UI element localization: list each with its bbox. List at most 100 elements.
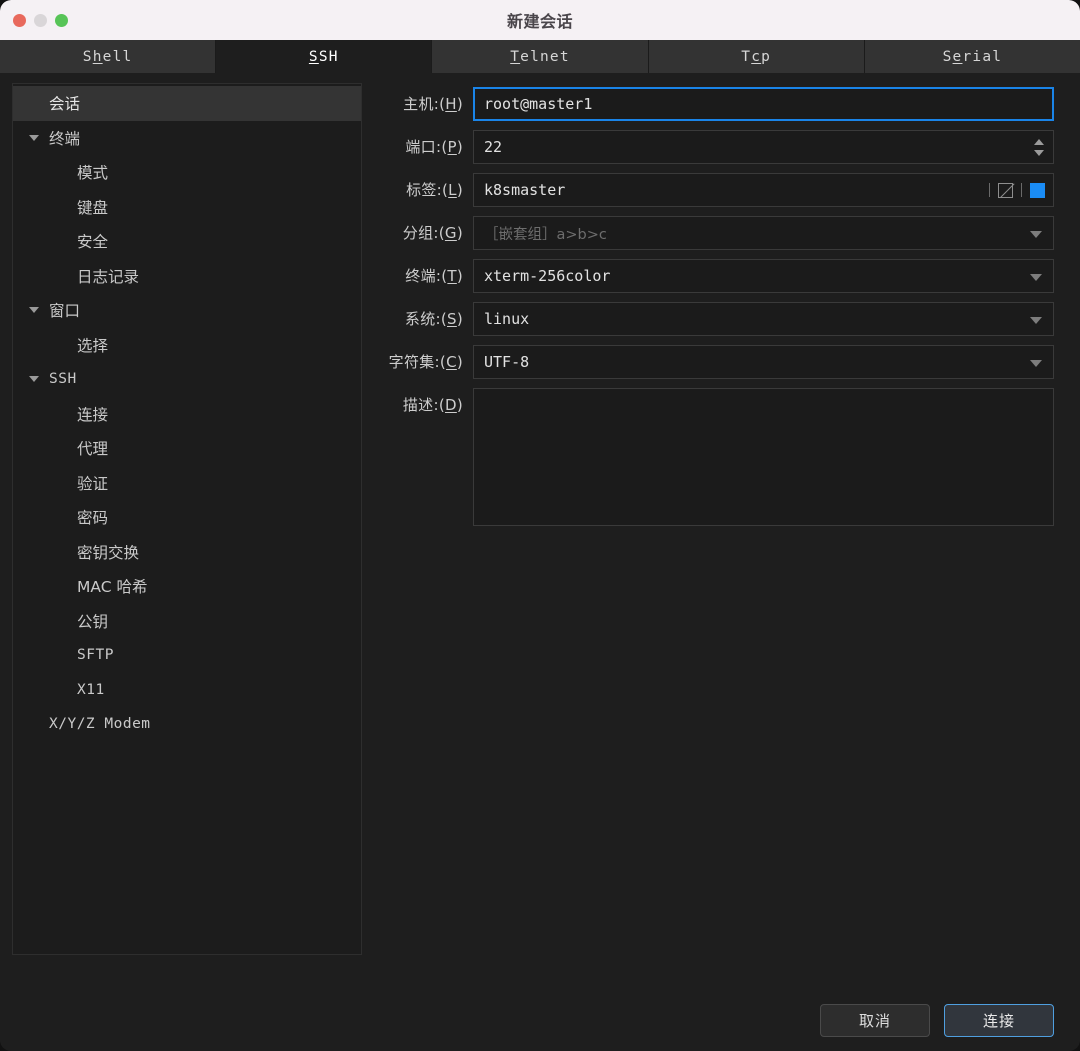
sidebar-item-label: 密码 [77, 509, 109, 528]
tab-ssh[interactable]: SSH [216, 40, 433, 73]
sidebar-item-label: X11 [77, 681, 105, 698]
sidebar-item-14[interactable]: MAC 哈希 [13, 569, 361, 604]
description-textarea[interactable] [473, 388, 1054, 526]
stepper-up-icon[interactable] [1034, 138, 1044, 145]
minimize-button[interactable] [34, 13, 47, 27]
sidebar-item-13[interactable]: 密钥交换 [13, 535, 361, 570]
sidebar-item-label: 键盘 [77, 198, 109, 217]
connect-button[interactable]: 连接 [944, 1003, 1054, 1037]
sidebar-item-5[interactable]: 日志记录 [13, 259, 361, 294]
sidebar-item-label: MAC 哈希 [77, 578, 148, 597]
charset-row: 字符集:(C) UTF-8 [372, 345, 1054, 379]
chevron-down-icon[interactable] [1030, 231, 1042, 238]
sidebar-item-label: 连接 [77, 405, 109, 424]
sidebar-item-15[interactable]: 公钥 [13, 604, 361, 639]
new-session-dialog: 新建会话 Shell SSH Telnet Tcp Serial 会话终端模式键盘安全日… [0, 0, 1080, 1051]
sidebar-item-label: SSH [49, 371, 77, 388]
sidebar-item-0[interactable]: 会话 [13, 86, 361, 121]
tab-serial[interactable]: Serial [864, 40, 1080, 73]
system-value: linux [484, 310, 530, 328]
chevron-down-icon[interactable] [29, 134, 39, 141]
terminal-label: 终端:(T) [405, 267, 463, 285]
no-color-swatch-icon[interactable] [998, 182, 1013, 198]
charset-select[interactable]: UTF-8 [473, 345, 1054, 379]
sidebar-item-18[interactable]: X/Y/Z Modem [13, 707, 361, 742]
tab-shell[interactable]: Shell [0, 40, 217, 73]
sidebar-item-label: SFTP [77, 647, 114, 664]
cancel-button[interactable]: 取消 [820, 1003, 930, 1037]
sidebar-item-4[interactable]: 安全 [13, 224, 361, 259]
tag-value: k8smaster [484, 181, 566, 199]
charset-label: 字符集:(C) [388, 353, 463, 371]
sidebar-item-8[interactable]: SSH [13, 362, 361, 397]
sidebar-item-label: 会话 [49, 95, 81, 114]
tab-label: Shell [82, 48, 133, 65]
host-row: 主机:(H) root@master1 [372, 87, 1054, 121]
description-label: 描述:(D) [402, 396, 463, 414]
terminal-value: xterm-256color [484, 267, 611, 285]
description-row: 描述:(D) [372, 388, 1054, 526]
close-button[interactable] [13, 13, 26, 27]
group-row: 分组:(G) ［嵌套组］a>b>c [372, 216, 1054, 250]
tag-input[interactable]: k8smaster [473, 173, 1054, 207]
sidebar-item-label: 安全 [77, 233, 109, 252]
stepper-down-icon[interactable] [1034, 149, 1044, 156]
chevron-down-icon[interactable] [1030, 360, 1042, 367]
session-form: 主机:(H) root@master1 端口:(P) 22 标签:(L) k8s… [362, 73, 1080, 995]
group-select[interactable]: ［嵌套组］a>b>c [473, 216, 1054, 250]
sidebar-item-9[interactable]: 连接 [13, 397, 361, 432]
system-row: 系统:(S) linux [372, 302, 1054, 336]
group-placeholder: ［嵌套组］a>b>c [484, 226, 607, 243]
port-input[interactable]: 22 [473, 130, 1054, 164]
sidebar-item-10[interactable]: 代理 [13, 431, 361, 466]
sidebar-item-label: 模式 [77, 164, 109, 183]
tab-label: Tcp [741, 48, 772, 65]
tag-label: 标签:(L) [406, 181, 463, 199]
sidebar-item-2[interactable]: 模式 [13, 155, 361, 190]
divider [1021, 183, 1022, 197]
sidebar-item-16[interactable]: SFTP [13, 638, 361, 673]
tag-color-swatch[interactable] [1030, 182, 1045, 198]
chevron-down-icon[interactable] [1030, 274, 1042, 281]
window-title: 新建会话 [506, 12, 573, 31]
sidebar-item-12[interactable]: 密码 [13, 500, 361, 535]
sidebar-item-label: 代理 [77, 440, 109, 459]
tab-label: Serial [942, 48, 1003, 65]
sidebar-item-11[interactable]: 验证 [13, 466, 361, 501]
port-stepper[interactable] [1031, 131, 1047, 163]
chevron-down-icon[interactable] [1030, 317, 1042, 324]
group-label: 分组:(G) [402, 224, 463, 242]
sidebar-item-label: 验证 [77, 474, 109, 493]
sidebar-item-label: 终端 [49, 129, 81, 148]
tab-telnet[interactable]: Telnet [432, 40, 649, 73]
sidebar-item-6[interactable]: 窗口 [13, 293, 361, 328]
sidebar-item-label: 公钥 [77, 612, 109, 631]
terminal-select[interactable]: xterm-256color [473, 259, 1054, 293]
sidebar-item-3[interactable]: 键盘 [13, 190, 361, 225]
divider [989, 183, 990, 197]
sidebar-item-7[interactable]: 选择 [13, 328, 361, 363]
host-value: root@master1 [484, 95, 593, 113]
chevron-down-icon[interactable] [29, 307, 39, 314]
tab-tcp[interactable]: Tcp [648, 40, 865, 73]
host-label: 主机:(H) [403, 95, 463, 113]
settings-tree[interactable]: 会话终端模式键盘安全日志记录窗口选择 SSH 连接代理验证密码密钥交换 MAC 哈希公… [12, 83, 362, 955]
system-label: 系统:(S) [404, 310, 463, 328]
host-input[interactable]: root@master1 [473, 87, 1054, 121]
system-select[interactable]: linux [473, 302, 1054, 336]
titlebar: 新建会话 [0, 0, 1080, 40]
terminal-row: 终端:(T) xterm-256color [372, 259, 1054, 293]
chevron-down-icon[interactable] [29, 376, 39, 383]
sidebar-container: 会话终端模式键盘安全日志记录窗口选择 SSH 连接代理验证密码密钥交换 MAC 哈希公… [0, 73, 362, 995]
sidebar-item-1[interactable]: 终端 [13, 121, 361, 156]
dialog-footer: 取消 连接 [0, 995, 1080, 1051]
dialog-body: 会话终端模式键盘安全日志记录窗口选择 SSH 连接代理验证密码密钥交换 MAC 哈希公… [0, 73, 1080, 995]
sidebar-item-label: 选择 [77, 336, 109, 355]
sidebar-item-label: 日志记录 [77, 267, 140, 286]
sidebar-item-label: 密钥交换 [77, 543, 140, 562]
sidebar-item-17[interactable]: X11 [13, 673, 361, 708]
tag-color-tools [989, 174, 1045, 206]
tag-row: 标签:(L) k8smaster [372, 173, 1054, 207]
tab-label: Telnet [510, 48, 570, 65]
zoom-button[interactable] [55, 13, 68, 27]
